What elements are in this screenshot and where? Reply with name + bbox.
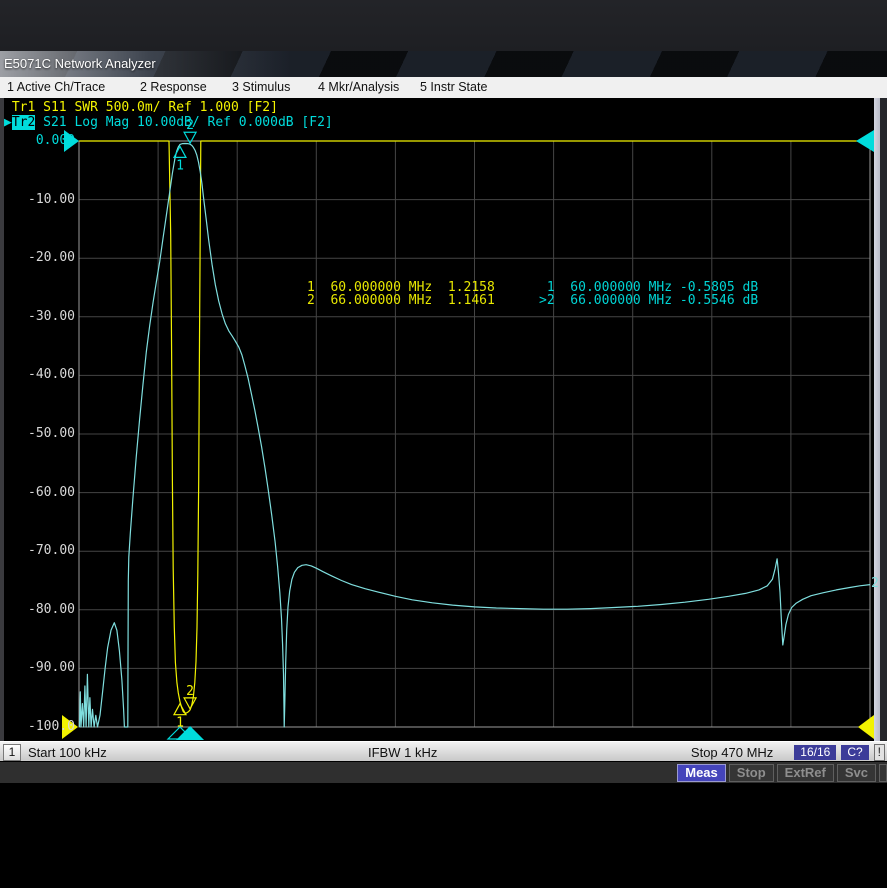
trace2-params: S21 Log Mag 10.00dB/ Ref 0.000dB [F2] bbox=[35, 115, 332, 130]
marker1-tr1-label: 1 bbox=[176, 716, 184, 731]
ifbw-label: IFBW 1 kHz bbox=[368, 745, 437, 760]
marker1-tr2-label: 1 bbox=[176, 158, 184, 173]
y-axis-tick-2: -20.00 bbox=[3, 250, 75, 265]
menu-item-2[interactable]: 2 Response bbox=[140, 80, 207, 94]
menu-item-4[interactable]: 4 Mkr/Analysis bbox=[318, 80, 399, 94]
active-trace-arrow-icon: ▶ bbox=[4, 115, 12, 130]
stop-frequency-label: Stop 470 MHz bbox=[691, 745, 773, 760]
menu-item-5[interactable]: 5 Instr State bbox=[420, 80, 487, 94]
y-axis-tick-9: -90.00 bbox=[3, 660, 75, 675]
menu-item-3[interactable]: 3 Stimulus bbox=[232, 80, 290, 94]
y-axis-tick-0: 0.000 bbox=[3, 133, 75, 148]
marker2-tr1-glyph[interactable] bbox=[184, 698, 196, 709]
y-axis-tick-1: -10.00 bbox=[3, 192, 75, 207]
trace2-name-chip: Tr2 bbox=[12, 115, 35, 130]
tr2-ref-triangle-right bbox=[856, 130, 874, 152]
trace1-name: Tr1 bbox=[4, 100, 35, 115]
trace2-status-line[interactable]: ▶Tr2 S21 Log Mag 10.00dB/ Ref 0.000dB [F… bbox=[4, 116, 333, 130]
softkey-toolbar: MeasStopExtRefSvc bbox=[0, 761, 887, 784]
window-title: E5071C Network Analyzer bbox=[4, 56, 156, 71]
plot-area: 1 2 1 2 bbox=[0, 98, 887, 741]
softkey-meas[interactable]: Meas bbox=[677, 764, 726, 782]
menu-item-1[interactable]: 1 Active Ch/Trace bbox=[7, 80, 105, 94]
y-axis-tick-8: -80.00 bbox=[3, 602, 75, 617]
status-bar-right: Stop 470 MHz 16/16 C?! bbox=[691, 743, 885, 761]
y-axis-tick-10: -100.0 bbox=[3, 719, 75, 734]
instrument-display: 1212 Tr1 S11 SWR 500.0m/ Ref 1.000 [F2] … bbox=[0, 98, 887, 741]
bottom-blank-area bbox=[0, 783, 887, 888]
status-badge-1616: 16/16 bbox=[794, 745, 836, 760]
softkey-extref[interactable]: ExtRef bbox=[777, 764, 834, 782]
softkey-clipped[interactable] bbox=[879, 764, 887, 782]
y-axis-tick-7: -70.00 bbox=[3, 543, 75, 558]
status-badge-c: C? bbox=[841, 745, 868, 760]
y-axis-tick-4: -40.00 bbox=[3, 367, 75, 382]
title-bar: E5071C Network Analyzer bbox=[0, 51, 887, 77]
menu-bar: 1 Active Ch/Trace 2 Response 3 Stimulus 4 M… bbox=[0, 77, 887, 99]
trace2-end-label: 2 bbox=[871, 576, 879, 591]
y-axis-tick-6: -60.00 bbox=[3, 485, 75, 500]
marker-row-tr1-2: 2 66.000000 MHz 1.1461 bbox=[307, 294, 495, 307]
tr1-ref-triangle-right bbox=[858, 715, 874, 739]
trace1-params: S11 SWR 500.0m/ Ref 1.000 [F2] bbox=[35, 100, 278, 115]
softkey-svc[interactable]: Svc bbox=[837, 764, 876, 782]
y-axis-tick-5: -50.00 bbox=[3, 426, 75, 441]
status-badge-: ! bbox=[874, 744, 885, 761]
start-frequency-label: Start 100 kHz bbox=[28, 745, 107, 760]
window-top-band bbox=[0, 0, 887, 51]
app-window: E5071C Network Analyzer 1 Active Ch/Trac… bbox=[0, 0, 887, 888]
softkey-group: MeasStopExtRefSvc bbox=[677, 764, 887, 782]
status-bar: 1 Start 100 kHz IFBW 1 kHz Stop 470 MHz … bbox=[0, 741, 887, 762]
trace1-status-line[interactable]: Tr1 S11 SWR 500.0m/ Ref 1.000 [F2] bbox=[4, 101, 278, 115]
y-axis-tick-3: -30.00 bbox=[3, 309, 75, 324]
marker-row-tr2-2: >2 66.000000 MHz -0.5546 dB bbox=[539, 294, 758, 307]
softkey-stop[interactable]: Stop bbox=[729, 764, 774, 782]
marker2-tr1-label: 2 bbox=[186, 684, 194, 699]
channel-number-box: 1 bbox=[3, 744, 21, 761]
marker2-tr2-glyph[interactable] bbox=[184, 132, 196, 143]
